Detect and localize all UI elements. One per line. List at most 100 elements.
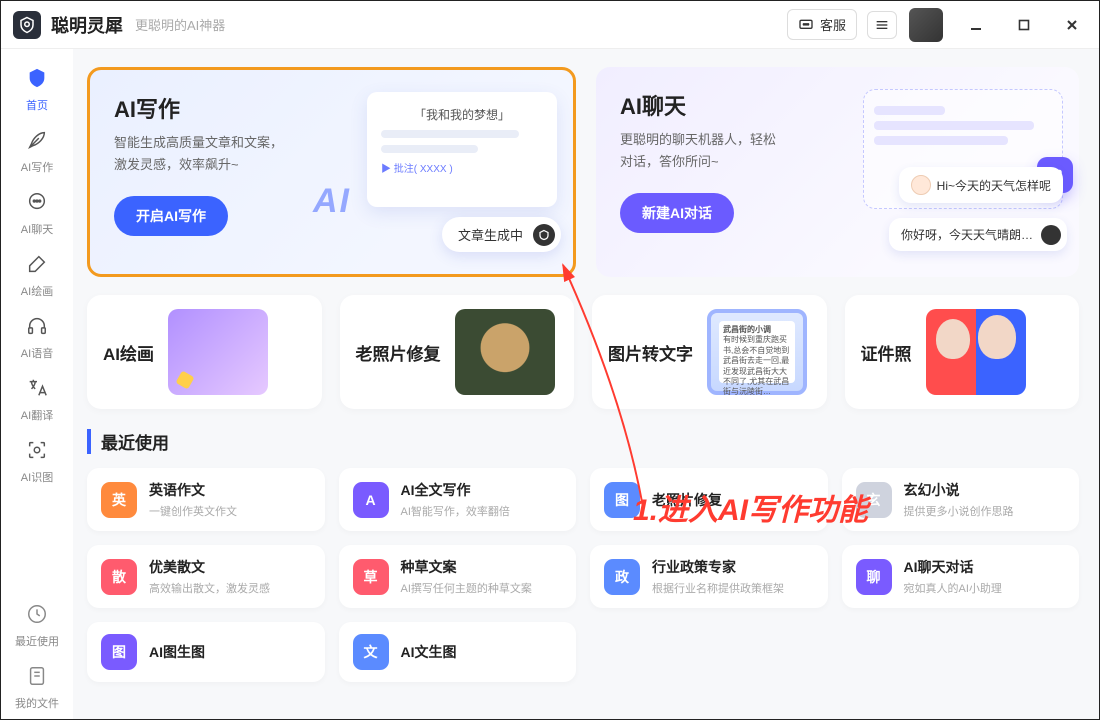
scan-icon (26, 439, 48, 461)
recent-header: 最近使用 (87, 429, 1079, 454)
window-minimize[interactable] (961, 14, 991, 36)
customer-service-button[interactable]: 客服 (787, 9, 857, 40)
recent-item-icon: 英 (101, 482, 137, 518)
sidebar-item-label: AI语音 (21, 345, 53, 361)
recent-item-sub: 根据行业名称提供政策框架 (652, 580, 784, 596)
window-close[interactable] (1057, 14, 1087, 36)
recent-item-sub: 高效输出散文，激发灵感 (149, 580, 270, 596)
doc-annotation-label: ▶ 批注( XXXX ) (381, 160, 543, 175)
sidebar-item-ocr[interactable]: AI识图 (1, 431, 73, 493)
recent-item-title: 优美散文 (149, 557, 270, 577)
ai-avatar-icon (1041, 225, 1061, 245)
feature-photo-restore[interactable]: 老照片修复 (340, 295, 575, 409)
hero-desc: 智能生成高质量文章和文案，激发灵感，效率飙升~ (114, 132, 304, 176)
brush-icon (26, 253, 48, 275)
recent-item[interactable]: A AI全文写作 AI智能写作，效率翻倍 (339, 468, 577, 531)
recent-item[interactable]: 玄 玄幻小说提供更多小说创作思路 (842, 468, 1080, 531)
hero-ai-chat[interactable]: AI聊天 更聪明的聊天机器人，轻松对话，答你所问~ 新建AI对话 Hi~今天的天… (596, 67, 1079, 277)
feature-id-photo[interactable]: 证件照 (845, 295, 1080, 409)
sidebar-item-label: 我的文件 (15, 695, 59, 711)
sidebar-item-label: AI写作 (21, 159, 53, 175)
sidebar-item-chat[interactable]: AI聊天 (1, 183, 73, 245)
feature-thumb (168, 309, 268, 395)
feature-thumb (926, 309, 1026, 395)
translate-icon (26, 377, 48, 399)
menu-button[interactable] (867, 11, 897, 39)
sidebar-item-translate[interactable]: AI翻译 (1, 369, 73, 431)
feature-ocr[interactable]: 图片转文字 武昌街的小调有时候到重庆跑买书,总会不自觉地到武昌街去走一回,最近发… (592, 295, 827, 409)
window-maximize[interactable] (1009, 14, 1039, 36)
app-slogan: 更聪明的AI神器 (135, 15, 225, 34)
app-name: 聪明灵犀 (51, 12, 123, 38)
feature-title: 老照片修复 (356, 340, 441, 365)
recent-item-sub: AI撰写任何主题的种草文案 (401, 580, 532, 596)
file-icon (26, 665, 48, 687)
feature-title: AI绘画 (103, 340, 154, 365)
recent-item-title: 玄幻小说 (904, 480, 1014, 500)
sidebar-item-label: AI绘画 (21, 283, 53, 299)
sidebar-item-label: AI翻译 (21, 407, 53, 423)
feature-title: 证件照 (861, 340, 912, 365)
sidebar: 首页 AI写作 AI聊天 AI绘画 AI语音 AI翻译 AI识图 最 (1, 49, 73, 719)
recent-item-sub: 提供更多小说创作思路 (904, 503, 1014, 519)
sidebar-item-label: 首页 (26, 97, 48, 113)
recent-item-icon: 政 (604, 559, 640, 595)
recent-item-title: AI图生图 (149, 642, 205, 662)
menu-icon (874, 17, 890, 33)
recent-item[interactable]: 政 行业政策专家根据行业名称提供政策框架 (590, 545, 828, 608)
clock-icon (26, 603, 48, 625)
recent-item-title: 行业政策专家 (652, 557, 784, 577)
sidebar-item-files[interactable]: 我的文件 (1, 657, 73, 719)
recent-item[interactable]: 散 优美散文高效输出散文，激发灵感 (87, 545, 325, 608)
main-content: AI写作 智能生成高质量文章和文案，激发灵感，效率飙升~ 开启AI写作 「我和我… (73, 49, 1099, 719)
feature-title: 图片转文字 (608, 340, 693, 365)
home-icon (26, 67, 48, 89)
hero-ai-writing[interactable]: AI写作 智能生成高质量文章和文案，激发灵感，效率飙升~ 开启AI写作 「我和我… (87, 67, 576, 277)
sidebar-item-writing[interactable]: AI写作 (1, 121, 73, 183)
recent-item[interactable]: 草 种草文案AI撰写任何主题的种草文案 (339, 545, 577, 608)
chat-bubble-ai: 你好呀，今天天气晴朗… (889, 218, 1067, 251)
recent-item-icon: 图 (604, 482, 640, 518)
recent-item-icon: 草 (353, 559, 389, 595)
start-ai-writing-button[interactable]: 开启AI写作 (114, 196, 228, 236)
feature-thumb: 武昌街的小调有时候到重庆跑买书,总会不自觉地到武昌街去走一回,最近发现武昌街大大… (707, 309, 807, 395)
recent-item-sub: AI智能写作，效率翻倍 (401, 503, 510, 519)
recent-item-title: AI聊天对话 (904, 557, 1002, 577)
recent-item-title: 英语作文 (149, 480, 237, 500)
recent-item[interactable]: 聊 AI聊天对话宛如真人的AI小助理 (842, 545, 1080, 608)
avatar-icon (911, 175, 931, 195)
recent-item-title: AI全文写作 (401, 480, 510, 500)
sidebar-item-paint[interactable]: AI绘画 (1, 245, 73, 307)
titlebar: 聪明灵犀 更聪明的AI神器 客服 (1, 1, 1099, 49)
recent-item-icon: 图 (101, 634, 137, 670)
recent-item-icon: A (353, 482, 389, 518)
sidebar-item-home[interactable]: 首页 (1, 59, 73, 121)
recent-item-icon: 玄 (856, 482, 892, 518)
chat-bubble-user: Hi~今天的天气怎样呢 (899, 167, 1063, 203)
sidebar-item-label: AI识图 (21, 469, 53, 485)
sidebar-item-voice[interactable]: AI语音 (1, 307, 73, 369)
doc-preview: 「我和我的梦想」 ▶ 批注( XXXX ) (367, 92, 557, 207)
customer-service-label: 客服 (820, 15, 846, 34)
recent-item-sub: 一键创作英文作文 (149, 503, 237, 519)
recent-item-icon: 散 (101, 559, 137, 595)
user-avatar[interactable] (909, 8, 943, 42)
sidebar-item-recent[interactable]: 最近使用 (1, 595, 73, 657)
recent-item[interactable]: 图 AI图生图 (87, 622, 325, 682)
feature-thumb (455, 309, 555, 395)
spinner-icon (533, 224, 555, 246)
recent-item-icon: 聊 (856, 559, 892, 595)
sidebar-item-label: AI聊天 (21, 221, 53, 237)
recent-item[interactable]: 图 老照片修复 (590, 468, 828, 531)
app-logo (13, 11, 41, 39)
new-ai-chat-button[interactable]: 新建AI对话 (620, 193, 734, 233)
feature-ai-painting[interactable]: AI绘画 (87, 295, 322, 409)
recent-item[interactable]: 文 AI文生图 (339, 622, 577, 682)
ai-badge: AI (313, 182, 351, 221)
recent-item-sub: 宛如真人的AI小助理 (904, 580, 1002, 596)
doc-title: 「我和我的梦想」 (381, 106, 543, 123)
recent-item[interactable]: 英 英语作文一键创作英文作文 (87, 468, 325, 531)
recent-item-icon: 文 (353, 634, 389, 670)
headphones-icon (26, 315, 48, 337)
chat-bubble-icon (26, 191, 48, 213)
